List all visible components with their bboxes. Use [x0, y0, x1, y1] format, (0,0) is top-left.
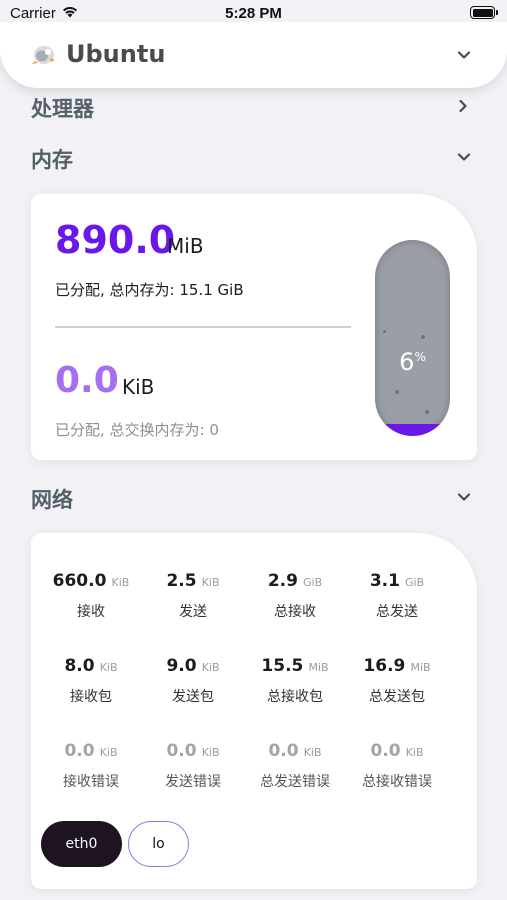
swap-total-desc: 已分配, 总交换内存为: 0 [55, 421, 219, 439]
section-processor[interactable]: 处理器 [31, 93, 94, 123]
ram-used-unit: MiB [167, 234, 204, 258]
gauge-percent: 6% [399, 348, 426, 376]
memory-usage-gauge: 6% [375, 240, 450, 436]
divider [55, 326, 351, 328]
server-header[interactable]: Ubuntu [0, 22, 507, 88]
stat-tx: 2.5 KiB 发送 [166, 571, 220, 620]
memory-card: 890.0 MiB 已分配, 总内存为: 15.1 GiB 0.0 KiB 已分… [31, 194, 477, 460]
gauge-bubble [395, 390, 399, 394]
gauge-bubble [383, 330, 386, 333]
server-title: Ubuntu [66, 40, 166, 68]
gauge-fill [375, 424, 450, 436]
ram-total-desc: 已分配, 总内存为: 15.1 GiB [55, 281, 244, 299]
stat-rx: 660.0 KiB 接收 [52, 571, 130, 620]
chevron-down-icon[interactable] [455, 46, 473, 64]
section-memory[interactable]: 内存 [31, 144, 73, 174]
stat-rx-errors: 0.0 KiB 接收错误 [63, 741, 119, 790]
swap-used-value: 0.0 [55, 360, 119, 401]
gauge-bubble [421, 335, 425, 339]
battery-icon [470, 6, 498, 19]
stat-total-tx-packets: 16.9 MiB 总发送包 [363, 656, 431, 705]
gauge-bubble [425, 410, 429, 414]
stat-rx-packets: 8.0 KiB 接收包 [64, 656, 118, 705]
ram-used-value: 890.0 [55, 218, 176, 262]
stat-total-tx-errors: 0.0 KiB 总发送错误 [260, 741, 330, 790]
stat-tx-packets: 9.0 KiB 发送包 [166, 656, 220, 705]
swap-used-unit: KiB [122, 375, 155, 399]
chevron-down-icon[interactable] [455, 148, 473, 166]
section-network[interactable]: 网络 [31, 484, 73, 514]
interface-chip-lo[interactable]: lo [128, 821, 189, 867]
clock: 5:28 PM [225, 5, 282, 22]
ubuntu-logo-icon [32, 44, 56, 66]
chevron-down-icon[interactable] [455, 488, 473, 506]
chevron-right-icon[interactable] [454, 97, 472, 115]
stat-total-rx: 2.9 GiB 总接收 [267, 571, 323, 620]
stat-total-tx: 3.1 GiB 总发送 [369, 571, 425, 620]
interface-chip-eth0[interactable]: eth0 [41, 821, 122, 867]
network-card: 660.0 KiB 接收 2.5 KiB 发送 2.9 GiB 总接收 3.1 GiB… [31, 533, 477, 889]
stat-tx-errors: 0.0 KiB 发送错误 [165, 741, 221, 790]
stat-total-rx-packets: 15.5 MiB 总接收包 [261, 656, 329, 705]
stat-total-rx-errors: 0.0 KiB 总接收错误 [362, 741, 432, 790]
